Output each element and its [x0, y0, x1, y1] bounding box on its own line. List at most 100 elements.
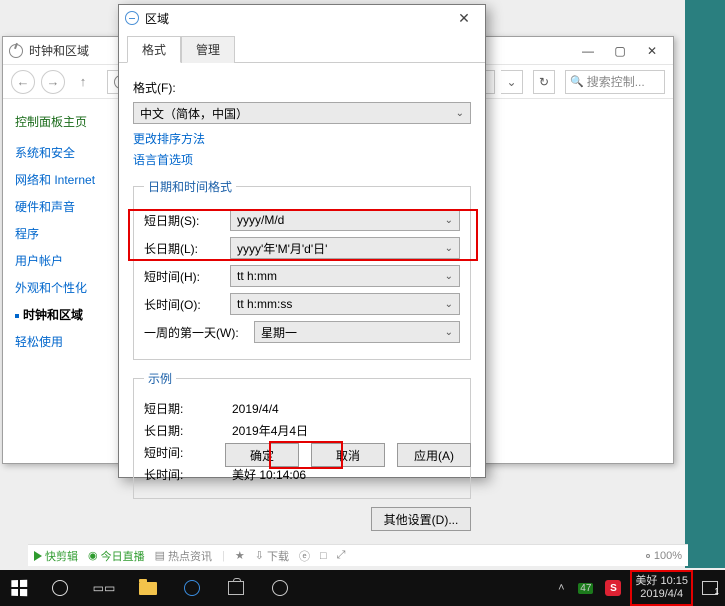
annotation-ok-button	[269, 441, 343, 469]
news-icon: ▤	[155, 549, 165, 562]
dialog-close-button[interactable]: ✕	[449, 8, 479, 28]
long-time-combo[interactable]: tt h:mm:ss⌄	[230, 293, 460, 315]
close-button[interactable]: ✕	[637, 41, 667, 61]
folder-icon	[139, 582, 157, 595]
tray-notifications[interactable]	[699, 570, 721, 606]
circle-icon: ◉	[88, 549, 98, 562]
first-day-label: 一周的第一天(W):	[144, 324, 254, 341]
back-button[interactable]: ←	[11, 70, 35, 94]
start-button[interactable]	[0, 570, 38, 606]
sidebar-item-hardware-sound[interactable]: 硬件和声音	[15, 198, 111, 215]
tab-format[interactable]: 格式	[127, 36, 181, 63]
sidebar: 控制面板主页 系统和安全 网络和 Internet 硬件和声音 程序 用户帐户 …	[3, 99, 123, 463]
dialog-titlebar[interactable]: 区域 ✕	[119, 5, 485, 31]
gear-icon	[272, 580, 288, 596]
tray-clock[interactable]: 美好 10:15 2019/4/4	[630, 570, 693, 606]
up-button[interactable]: ↑	[71, 70, 95, 94]
sidebar-item-programs[interactable]: 程序	[15, 225, 111, 242]
sidebar-item-ease-of-access[interactable]: 轻松使用	[15, 333, 111, 350]
ex-long-date-value: 2019年4月4日	[232, 422, 308, 439]
other-settings-button[interactable]: 其他设置(D)...	[371, 507, 471, 531]
system-tray: ˄ 47 S 美好 10:15 2019/4/4	[553, 570, 725, 606]
clock-time: 美好 10:15	[635, 575, 688, 588]
store-icon	[228, 581, 244, 595]
language-prefs-link[interactable]: 语言首选项	[133, 151, 471, 168]
zoom-dot-icon	[646, 554, 650, 558]
status-window[interactable]: □	[320, 550, 327, 562]
short-time-label: 短时间(H):	[144, 268, 230, 285]
short-time-combo[interactable]: tt h:mm⌄	[230, 265, 460, 287]
clock-date: 2019/4/4	[640, 588, 683, 601]
status-hot-news[interactable]: ▤热点资讯	[155, 548, 212, 564]
tab-admin[interactable]: 管理	[181, 36, 235, 63]
play-icon	[34, 551, 42, 561]
ex-short-date-label: 短日期:	[144, 400, 232, 417]
maximize-button[interactable]: ▢	[605, 41, 635, 61]
expand-icon: ⤢	[337, 549, 346, 562]
ie-icon: ⓔ	[299, 548, 310, 564]
taskbar: ▭▭ ˄ 47 S 美好 10:15 2019/4/4	[0, 570, 725, 606]
status-download[interactable]: ⇩下载	[255, 548, 289, 564]
search-icon: 🔍	[570, 75, 584, 88]
windows-logo-icon	[11, 580, 27, 597]
browser-status-bar: 快剪辑 ◉今日直播 ▤热点资讯 | ★ ⇩下载 ⓔ □ ⤢ 100%	[28, 544, 688, 566]
download-icon: ⇩	[255, 549, 264, 562]
taskbar-edge-button[interactable]	[170, 570, 214, 606]
example-fieldset: 示例 短日期:2019/4/4 长日期:2019年4月4日 短时间:美好 10:…	[133, 370, 471, 499]
forward-button[interactable]: →	[41, 70, 65, 94]
chevron-down-icon: ⌄	[456, 108, 464, 119]
format-combo-value: 中文（简体，中国）	[140, 105, 248, 122]
format-combo[interactable]: 中文（简体，中国） ⌄	[133, 102, 471, 124]
format-label: 格式(F):	[133, 79, 219, 96]
status-today-live[interactable]: ◉今日直播	[88, 548, 145, 564]
status-expand[interactable]: ⤢	[337, 549, 346, 562]
taskbar-store-button[interactable]	[214, 570, 258, 606]
taskbar-taskview-button[interactable]: ▭▭	[82, 570, 126, 606]
taskbar-search-button[interactable]	[38, 570, 82, 606]
change-sort-link[interactable]: 更改排序方法	[133, 130, 471, 147]
long-time-label: 长时间(O):	[144, 296, 230, 313]
sidebar-item-network-internet[interactable]: 网络和 Internet	[15, 171, 111, 188]
minimize-button[interactable]: —	[573, 41, 603, 61]
tray-overflow[interactable]: ˄	[553, 570, 569, 606]
sidebar-item-appearance[interactable]: 外观和个性化	[15, 279, 111, 296]
tray-battery[interactable]: 47	[575, 570, 596, 606]
first-day-combo[interactable]: 星期一⌄	[254, 321, 460, 343]
status-fav[interactable]: ★	[235, 549, 245, 562]
tray-ime[interactable]: S	[602, 570, 624, 606]
region-icon	[125, 11, 139, 25]
taskbar-explorer-button[interactable]	[126, 570, 170, 606]
ex-short-date-value: 2019/4/4	[232, 402, 279, 416]
search-placeholder: 搜索控制...	[587, 73, 645, 90]
window-icon: □	[320, 550, 327, 562]
tab-body: 格式(F): 中文（简体，中国） ⌄ 更改排序方法 语言首选项 日期和时间格式 …	[119, 63, 485, 541]
clock-region-icon	[9, 44, 23, 58]
status-fastclip[interactable]: 快剪辑	[34, 548, 78, 564]
ex-short-time-label: 短时间:	[144, 444, 232, 461]
edge-icon	[184, 580, 200, 596]
status-ie[interactable]: ⓔ	[299, 548, 310, 564]
sidebar-item-clock-region[interactable]: 时钟和区域	[15, 306, 111, 323]
sidebar-item-user-accounts[interactable]: 用户帐户	[15, 252, 111, 269]
ime-icon: S	[605, 580, 621, 596]
ex-long-date-label: 长日期:	[144, 422, 232, 439]
taskbar-settings-button[interactable]	[258, 570, 302, 606]
star-icon: ★	[235, 549, 245, 562]
tab-bar: 格式 管理	[119, 31, 485, 63]
battery-percent: 47	[578, 583, 593, 594]
ex-long-time-label: 长时间:	[144, 466, 232, 483]
search-input[interactable]: 🔍 搜索控制...	[565, 70, 665, 94]
status-zoom[interactable]: 100%	[646, 550, 682, 562]
search-icon	[52, 580, 68, 596]
refresh-button[interactable]: ↻	[533, 70, 555, 94]
breadcrumb-dropdown[interactable]: ⌄	[501, 70, 523, 94]
annotation-time-format	[128, 209, 478, 261]
desktop-background-strip	[685, 0, 725, 568]
apply-button[interactable]: 应用(A)	[397, 443, 471, 467]
datetime-format-fieldset: 日期和时间格式 短日期(S): yyyy/M/d⌄ 长日期(L): yyyy'年…	[133, 178, 471, 360]
notification-icon	[702, 581, 718, 595]
sidebar-item-system-security[interactable]: 系统和安全	[15, 144, 111, 161]
dialog-title: 区域	[145, 10, 449, 27]
example-legend: 示例	[144, 370, 176, 387]
sidebar-home-link[interactable]: 控制面板主页	[15, 113, 111, 130]
